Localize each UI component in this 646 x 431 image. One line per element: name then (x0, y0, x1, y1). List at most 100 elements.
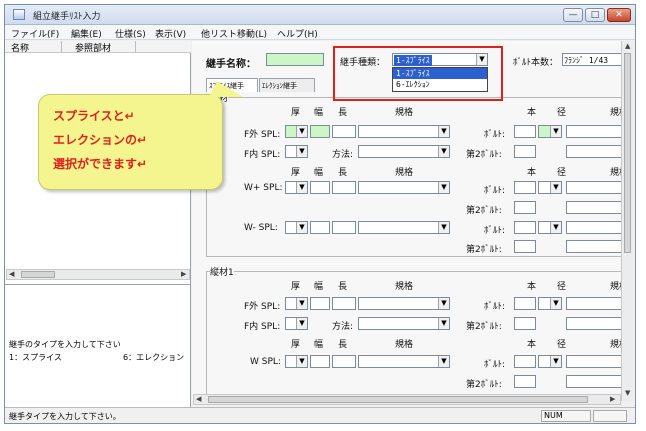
w-minus-second-bolt-spec-input[interactable] (566, 240, 622, 253)
scroll-down-icon[interactable]: ▼ (625, 389, 630, 397)
v-bolt-spec-input[interactable] (566, 297, 622, 310)
chevron-down-icon[interactable]: ▼ (296, 318, 307, 329)
w-plus-thickness-select[interactable]: ▼ (285, 181, 308, 194)
scroll-thumb[interactable] (208, 396, 588, 403)
tab-erection[interactable]: ｴﾚｸｼｮﾝ継手 (259, 78, 315, 92)
option-erection[interactable]: 6-ｴﾚｸｼｮﾝ (393, 79, 487, 90)
bolt-label: ﾎﾞﾙﾄ: (484, 130, 506, 140)
menu-spec[interactable]: 仕様(S) (115, 27, 146, 40)
v-second-bolt-spec-input[interactable] (566, 317, 622, 330)
column-name[interactable]: 名称 (11, 41, 29, 54)
chevron-down-icon[interactable]: ▼ (550, 298, 561, 309)
bolt-count-input[interactable] (514, 125, 536, 138)
chevron-down-icon[interactable]: ▼ (296, 182, 307, 193)
scroll-right-icon[interactable]: ▶ (610, 395, 615, 403)
v-w-spec-select[interactable]: ▼ (358, 355, 450, 368)
f-outer-spec-select[interactable]: ▼ (358, 125, 450, 138)
scroll-thumb[interactable] (21, 271, 55, 278)
chevron-down-icon[interactable]: ▼ (438, 318, 449, 329)
bolt-spec-input[interactable] (566, 125, 622, 138)
close-button[interactable]: ✕ (607, 8, 631, 22)
w-plus-bolt-spec-input[interactable] (566, 181, 622, 194)
bolt-count-field[interactable]: ﾌﾗﾝｼﾞ 1/43 (562, 53, 622, 66)
w-plus-spec-select[interactable]: ▼ (358, 181, 450, 194)
hint-option-erection: 6：エレクション (123, 353, 185, 362)
v-w-bolt-spec-input[interactable] (566, 355, 622, 368)
v-second-bolt-count-input[interactable] (514, 317, 536, 330)
v-w-second-bolt-count-input[interactable] (514, 375, 536, 388)
v-bolt-count-input[interactable] (514, 297, 536, 310)
w-minus-bolt-spec-input[interactable] (566, 221, 622, 234)
chevron-down-icon[interactable]: ▼ (438, 356, 449, 367)
chevron-down-icon[interactable]: ▼ (550, 222, 561, 233)
main-vscrollbar[interactable]: ▲ ▼ (621, 41, 633, 401)
main-hscrollbar[interactable]: ◀ ▶ (193, 394, 621, 405)
v-w-thickness-select[interactable]: ▼ (285, 355, 308, 368)
minimize-button[interactable]: — (563, 8, 583, 22)
v-bolt-diameter-select[interactable]: ▼ (538, 297, 562, 310)
chevron-down-icon[interactable]: ▼ (438, 298, 449, 309)
scroll-up-icon[interactable]: ▲ (625, 42, 630, 50)
chevron-down-icon[interactable]: ▼ (438, 182, 449, 193)
menu-file[interactable]: ファイル(F) (11, 27, 59, 40)
f-outer-width-input[interactable] (310, 125, 330, 138)
w-minus-second-bolt-count-input[interactable] (514, 240, 536, 253)
v-f-outer-thickness-select[interactable]: ▼ (285, 297, 308, 310)
chevron-down-icon[interactable]: ▼ (296, 146, 307, 157)
v-f-outer-length-input[interactable] (332, 297, 356, 310)
chevron-down-icon[interactable]: ▼ (550, 182, 561, 193)
w-minus-thickness-select[interactable]: ▼ (285, 221, 308, 234)
v-w-bolt-diameter-select[interactable]: ▼ (538, 355, 562, 368)
scroll-thumb[interactable] (624, 53, 631, 253)
chevron-down-icon[interactable]: ▼ (438, 126, 449, 137)
second-bolt-spec-input[interactable] (566, 145, 622, 158)
v-f-outer-width-input[interactable] (310, 297, 330, 310)
f-outer-thickness-select[interactable]: ▼ (285, 125, 308, 138)
menu-help[interactable]: ヘルプ(H) (277, 27, 318, 40)
chevron-down-icon[interactable]: ▼ (550, 126, 561, 137)
chevron-down-icon[interactable]: ▼ (296, 298, 307, 309)
scroll-left-icon[interactable]: ◀ (9, 270, 14, 278)
w-plus-bolt-count-input[interactable] (514, 181, 536, 194)
chevron-down-icon[interactable]: ▼ (296, 126, 307, 137)
menu-other-list[interactable]: 他リスト移動(L) (201, 27, 267, 40)
w-plus-second-bolt-count-input[interactable] (514, 201, 536, 214)
left-hscrollbar[interactable]: ◀ ▶ (6, 269, 190, 280)
column-ref-member[interactable]: 参照部材 (75, 41, 111, 54)
maximize-button[interactable]: □ (585, 8, 605, 22)
w-plus-second-bolt-spec-input[interactable] (566, 201, 622, 214)
menu-view[interactable]: 表示(V) (155, 27, 186, 40)
w-plus-bolt-diameter-select[interactable]: ▼ (538, 181, 562, 194)
v-w-bolt-count-input[interactable] (514, 355, 536, 368)
header-width: 幅 (314, 108, 324, 118)
w-plus-length-input[interactable] (332, 181, 356, 194)
w-plus-width-input[interactable] (310, 181, 330, 194)
chevron-down-icon[interactable]: ▼ (438, 146, 449, 157)
joint-type-dropdown-list[interactable]: 1-ｽﾌﾟﾗｲｽ 6-ｴﾚｸｼｮﾝ (392, 67, 488, 92)
w-minus-width-input[interactable] (310, 221, 330, 234)
method-select[interactable]: ▼ (358, 145, 450, 158)
scroll-left-icon[interactable]: ◀ (196, 395, 201, 403)
w-minus-bolt-count-input[interactable] (514, 221, 536, 234)
w-minus-length-input[interactable] (332, 221, 356, 234)
v-w-second-bolt-spec-input[interactable] (566, 375, 622, 388)
v-f-inner-thickness-select[interactable]: ▼ (285, 317, 308, 330)
v-w-width-input[interactable] (310, 355, 330, 368)
v-method-select[interactable]: ▼ (358, 317, 450, 330)
chevron-down-icon[interactable]: ▼ (296, 222, 307, 233)
f-outer-length-input[interactable] (332, 125, 356, 138)
menu-edit[interactable]: 編集(E) (71, 27, 102, 40)
f-inner-thickness-select[interactable]: ▼ (285, 145, 308, 158)
chevron-down-icon[interactable]: ▼ (296, 356, 307, 367)
w-minus-spec-select[interactable]: ▼ (358, 221, 450, 234)
bolt-diameter-select[interactable]: ▼ (538, 125, 562, 138)
joint-name-input[interactable] (266, 53, 324, 66)
chevron-down-icon[interactable]: ▼ (438, 222, 449, 233)
second-bolt-count-input[interactable] (514, 145, 536, 158)
scroll-right-icon[interactable]: ▶ (181, 270, 186, 278)
option-splice[interactable]: 1-ｽﾌﾟﾗｲｽ (393, 68, 487, 79)
chevron-down-icon[interactable]: ▼ (550, 356, 561, 367)
v-w-length-input[interactable] (332, 355, 356, 368)
w-minus-bolt-diameter-select[interactable]: ▼ (538, 221, 562, 234)
v-f-outer-spec-select[interactable]: ▼ (358, 297, 450, 310)
